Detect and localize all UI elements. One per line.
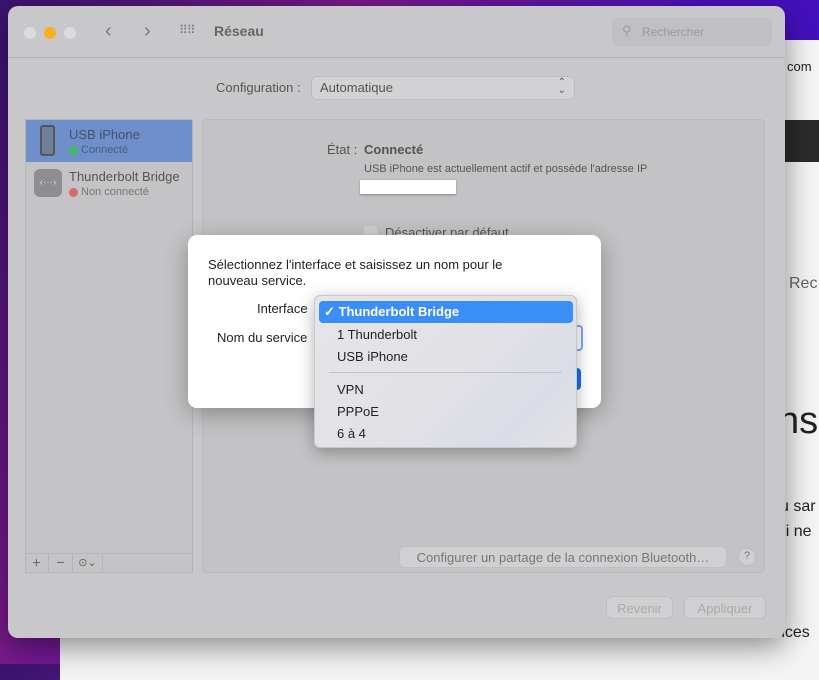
service-status: Connecté bbox=[81, 144, 129, 156]
state-label: État : bbox=[327, 142, 358, 157]
interface-dropdown-menu: ✓ Thunderbolt Bridge 1 Thunderbolt USB i… bbox=[314, 295, 577, 448]
dialog-message: Sélectionnez l'interface et saisissez un… bbox=[208, 257, 503, 288]
configuration-label: Configuration : bbox=[216, 80, 301, 95]
configuration-value: Automatique bbox=[320, 80, 393, 95]
bridge-icon: ‹···› bbox=[34, 169, 62, 197]
search-placeholder: Rechercher bbox=[642, 25, 705, 39]
back-chevron-icon[interactable]: ‹ bbox=[105, 20, 112, 43]
status-dot bbox=[69, 146, 78, 155]
background-dark-bar bbox=[785, 120, 819, 162]
menu-item-label: Thunderbolt Bridge bbox=[338, 304, 460, 319]
service-list: USB iPhone Connecté ‹···› Thunderbolt Br… bbox=[25, 119, 193, 573]
service-status: Non connecté bbox=[81, 186, 149, 198]
checkmark-icon: ✓ bbox=[324, 304, 335, 319]
menu-item[interactable]: 6 à 4 bbox=[337, 426, 366, 441]
service-name: Thunderbolt Bridge bbox=[69, 169, 180, 184]
title-bar: ‹ › ⠿⠿ Réseau ⚲ Rechercher bbox=[8, 6, 785, 58]
interface-label: Interface bbox=[257, 301, 308, 316]
search-icon: ⚲ bbox=[622, 23, 632, 38]
service-item-usb-iphone[interactable]: USB iPhone Connecté bbox=[26, 120, 192, 162]
add-service-button[interactable]: + bbox=[25, 554, 49, 573]
background-text: com bbox=[787, 59, 812, 74]
iphone-icon bbox=[40, 125, 55, 156]
service-item-thunderbolt-bridge[interactable]: ‹···› Thunderbolt Bridge Non connecté bbox=[26, 162, 192, 204]
grid-icon[interactable]: ⠿⠿ bbox=[179, 23, 196, 37]
status-dot bbox=[69, 188, 78, 197]
updown-chevron-icon: ⌃ ⌄ bbox=[557, 77, 566, 96]
apply-button[interactable]: Appliquer bbox=[685, 597, 765, 618]
service-name-label: Nom du service bbox=[217, 330, 308, 345]
action-menu-button[interactable]: ⊙⌄ bbox=[73, 554, 103, 573]
close-button[interactable] bbox=[24, 27, 36, 39]
state-value: Connecté bbox=[364, 142, 424, 157]
window-title: Réseau bbox=[214, 23, 264, 39]
search-input[interactable]: ⚲ Rechercher bbox=[612, 18, 772, 46]
forward-chevron-icon[interactable]: › bbox=[144, 20, 151, 43]
service-name: USB iPhone bbox=[69, 127, 140, 142]
ip-address-redacted bbox=[360, 180, 456, 194]
menu-item[interactable]: 1 Thunderbolt bbox=[337, 327, 417, 342]
remove-service-button[interactable]: − bbox=[49, 554, 73, 573]
state-description: USB iPhone est actuellement actif et pos… bbox=[364, 163, 648, 175]
revert-button[interactable]: Revenir bbox=[607, 597, 672, 618]
zoom-button[interactable] bbox=[64, 27, 76, 39]
minimize-button[interactable] bbox=[44, 27, 56, 39]
help-button[interactable]: ? bbox=[739, 549, 755, 565]
menu-separator bbox=[329, 372, 562, 373]
bluetooth-sharing-button[interactable]: Configurer un partage de la connexion Bl… bbox=[400, 547, 726, 567]
menu-item-selected[interactable]: ✓ Thunderbolt Bridge bbox=[319, 301, 573, 323]
menu-item[interactable]: USB iPhone bbox=[337, 349, 408, 364]
menu-item[interactable]: PPPoE bbox=[337, 404, 379, 419]
sidebar-footer: + − ⊙⌄ bbox=[25, 553, 193, 573]
background-text: Rec bbox=[789, 275, 818, 292]
menu-item[interactable]: VPN bbox=[337, 382, 364, 397]
configuration-select[interactable]: Automatique ⌃ ⌄ bbox=[312, 77, 574, 99]
background-text: u sar bbox=[780, 498, 816, 515]
